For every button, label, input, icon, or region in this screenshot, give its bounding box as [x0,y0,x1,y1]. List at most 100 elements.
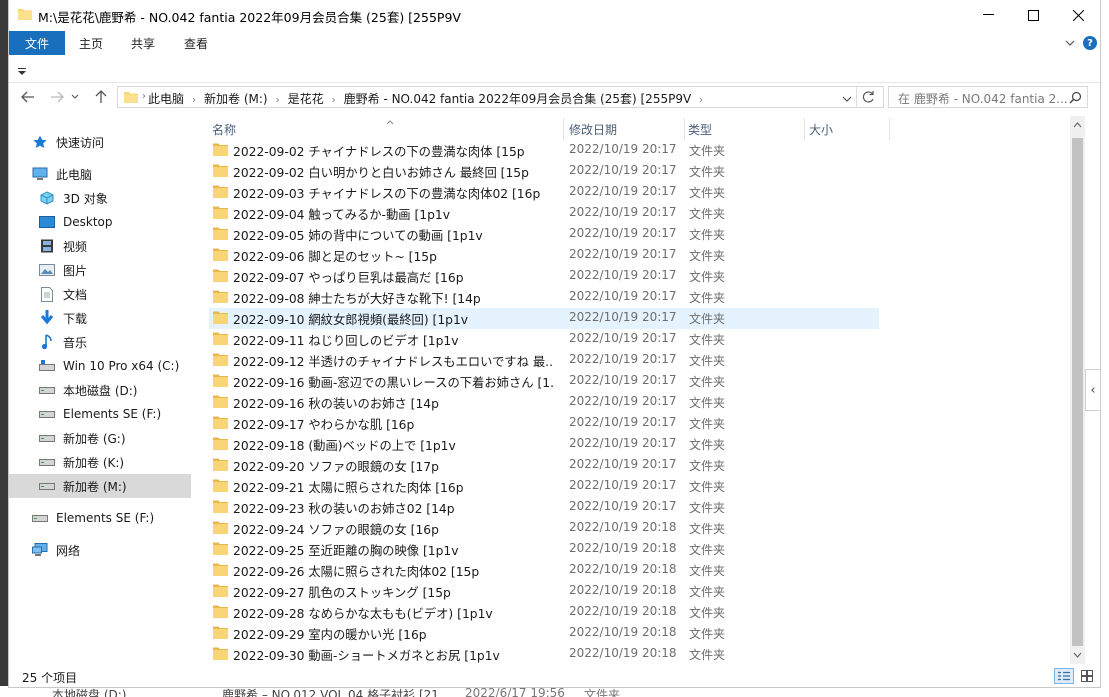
folder-icon [213,269,228,282]
ribbon-expand-chevron-icon[interactable] [1065,36,1075,50]
preview-pane-toggle-chevron-icon[interactable]: ‹ [1085,369,1101,411]
table-row[interactable]: 2022-09-16 動画-窓辺での黒いレースの下着お姉さん [1... 2022… [209,371,879,392]
minimize-button[interactable] [965,0,1011,30]
table-row[interactable]: 2022-09-11 ねじり回しのビデオ [1p1v 2022/10/19 20:… [209,329,879,350]
back-arrow-icon[interactable] [18,88,38,106]
large-icons-view-icon[interactable] [1077,668,1097,684]
search-icon[interactable] [1069,91,1082,107]
table-row[interactable]: 2022-09-02 チャイナドレスの下の豊満な肉体 [15p 2022/10/1… [209,140,879,161]
sidebar-item-drive-c[interactable]: Win 10 Pro x64 (C:) [38,354,179,378]
column-divider[interactable] [563,118,564,140]
column-divider[interactable] [684,118,685,140]
scroll-thumb[interactable] [1072,138,1083,646]
sidebar-item-videos[interactable]: 视频 [38,234,87,258]
sidebar-item-documents[interactable]: 文档 [38,282,87,306]
table-row[interactable]: 2022-09-28 なめらかな太もも(ビデオ) [1p1v 2022/10/19… [209,602,879,623]
file-type: 文件夹 [689,606,726,620]
vertical-scrollbar[interactable] [1070,116,1085,664]
folder-icon [213,248,228,261]
table-row[interactable]: 2022-09-05 姉の背中についての動画 [1p1v 2022/10/19 2… [209,224,879,245]
table-row[interactable]: 2022-09-26 太陽に照らされた肉体02 [15p 2022/10/19 2… [209,560,879,581]
scroll-down-arrow-icon[interactable] [1072,648,1083,662]
column-header-name[interactable]: 名称 [212,121,236,138]
sidebar-item-desktop[interactable]: Desktop [38,210,113,234]
sidebar-item-drive-g[interactable]: 新加卷 (G:) [38,426,126,450]
file-modified-date: 2022/10/19 20:17 [569,457,677,471]
address-history-chevron-icon[interactable] [842,92,852,106]
table-row[interactable]: 2022-09-30 動画-ショートメガネとお尻 [1p1v 2022/10/19… [209,644,879,665]
table-row[interactable]: 2022-09-25 至近距離の胸の映像 [1p1v 2022/10/19 20:… [209,539,879,560]
desktop-icon [38,214,56,230]
table-row[interactable]: 2022-09-08 紳士たちが大好きな靴下! [14p 2022/10/19 2… [209,287,879,308]
table-row[interactable]: 2022-09-07 やっぱり巨乳は最高だ [16p 2022/10/19 20:… [209,266,879,287]
table-row[interactable]: 2022-09-10 網紋女郎視頻(最終回) [1p1v 2022/10/19 2… [209,308,879,329]
sidebar-item-drive-k[interactable]: 新加卷 (K:) [38,450,124,474]
sidebar-item-elements-f[interactable]: Elements SE (F:) [31,506,154,530]
details-view-icon[interactable] [1054,668,1074,684]
sidebar-item-downloads[interactable]: 下载 [38,306,87,330]
table-row[interactable]: 2022-09-04 触ってみるか-動画 [1p1v 2022/10/19 20:… [209,203,879,224]
table-row[interactable]: 2022-09-21 太陽に照らされた肉体 [16p 2022/10/19 20:… [209,476,879,497]
table-row[interactable]: 2022-09-23 秋の装いのお姉さ02 [14p 2022/10/19 20:… [209,497,879,518]
table-row[interactable]: 2022-09-06 脚と足のセット~ [15p 2022/10/19 20:17… [209,245,879,266]
search-box[interactable]: 在 鹿野希 - NO.042 fantia 2... [888,86,1088,108]
tab-home[interactable]: 主页 [79,35,103,52]
breadcrumb-this-pc[interactable]: 此电脑 [148,92,184,106]
column-header-type[interactable]: 类型 [688,121,712,138]
file-name: 2022-09-29 室内の暖かい光 [16p [233,628,427,642]
file-type: 文件夹 [689,291,726,305]
table-row[interactable]: 2022-09-12 半透けのチャイナドレスもエロいですね 最... 2022/1… [209,350,879,371]
sidebar-item-quick-access[interactable]: 快速访问 [31,130,104,154]
tab-view[interactable]: 查看 [184,35,208,52]
table-row[interactable]: 2022-09-24 ソファの眼鏡の女 [16p 2022/10/19 20:18… [209,518,879,539]
help-icon[interactable]: ? [1083,36,1097,50]
file-type: 文件夹 [689,396,726,410]
sidebar-item-this-pc[interactable]: 此电脑 [31,162,92,186]
close-button[interactable] [1055,0,1100,30]
column-header-modified[interactable]: 修改日期 [569,121,617,138]
sidebar-item-drive-d[interactable]: 本地磁盘 (D:) [38,378,137,402]
up-arrow-icon[interactable] [91,88,111,106]
table-row[interactable]: 2022-09-02 白い明かりと白いお姉さん 最終回 [15p 2022/10/… [209,161,879,182]
refresh-icon[interactable] [862,90,875,107]
sidebar-item-music[interactable]: 音乐 [38,330,87,354]
table-row[interactable]: 2022-09-16 秋の装いのお姉さ [14p 2022/10/19 20:17… [209,392,879,413]
column-header-size[interactable]: 大小 [809,121,833,138]
tab-file[interactable]: 文件 [9,31,65,55]
window-title: M:\是花花\鹿野希 - NO.042 fantia 2022年09月会员合集 … [38,10,461,25]
file-name: 2022-09-05 姉の背中についての動画 [1p1v [233,229,483,243]
breadcrumb-chevron-icon[interactable]: › [142,91,146,102]
sidebar-item-3d-objects[interactable]: 3D 对象 [38,186,108,210]
column-divider[interactable] [804,118,805,140]
forward-arrow-icon[interactable] [47,88,67,106]
tab-share[interactable]: 共享 [131,35,155,52]
table-row[interactable]: 2022-09-20 ソファの眼鏡の女 [17p 2022/10/19 20:17… [209,455,879,476]
table-row[interactable]: 2022-09-03 チャイナドレスの下の豊満な肉体02 [16p 2022/10… [209,182,879,203]
breadcrumb-folder-parent[interactable]: 是花花 [288,92,324,106]
sidebar-item-pictures[interactable]: 图片 [38,258,87,282]
sidebar-item-drive-m[interactable]: 新加卷 (M:) [9,474,191,498]
customize-toolbar-chevron-icon[interactable] [18,65,26,79]
table-row[interactable]: 2022-09-29 室内の暖かい光 [16p 2022/10/19 20:18 文… [209,623,879,644]
scroll-up-arrow-icon[interactable] [1072,118,1083,132]
recent-locations-chevron-icon[interactable] [69,88,81,106]
file-name: 2022-09-02 チャイナドレスの下の豊満な肉体 [15p [233,145,525,159]
table-row[interactable]: 2022-09-27 肌色のストッキング [15p 2022/10/19 20:1… [209,581,879,602]
table-row[interactable]: 2022-09-18 (動画)ベッドの上で [1p1v 2022/10/19 20… [209,434,879,455]
file-type: 文件夹 [689,627,726,641]
file-modified-date: 2022/10/19 20:17 [569,499,677,513]
breadcrumb-folder-current[interactable]: 鹿野希 - NO.042 fantia 2022年09月会员合集 (25套) [… [344,92,692,106]
table-row[interactable]: 2022-09-17 やわらかな肌 [16p 2022/10/19 20:17 文件… [209,413,879,434]
folder-icon [213,563,228,576]
address-bar[interactable]: › 此电脑 › 新加卷 (M:) › 是花花 › 鹿野希 - NO.042 fantia 2… [117,86,884,108]
file-type: 文件夹 [689,564,726,578]
sidebar-item-drive-f[interactable]: Elements SE (F:) [38,402,161,426]
drive-icon [31,510,49,526]
maximize-button[interactable] [1010,0,1056,30]
sidebar-item-network[interactable]: 网络 [31,538,80,562]
column-divider[interactable] [889,118,890,140]
sidebar-item-label: Desktop [63,215,113,229]
title-bar[interactable]: M:\是花花\鹿野希 - NO.042 fantia 2022年09月会员合集 … [9,0,1100,30]
file-type: 文件夹 [689,354,726,368]
breadcrumb-drive-m[interactable]: 新加卷 (M:) [204,92,268,106]
